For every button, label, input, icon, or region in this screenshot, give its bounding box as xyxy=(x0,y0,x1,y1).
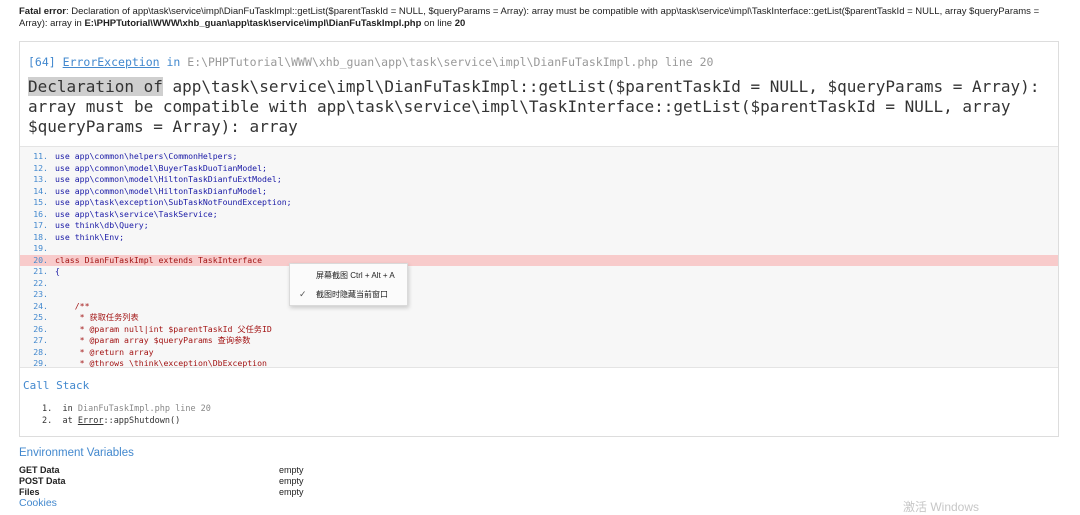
exception-message-highlight: Declaration of xyxy=(28,77,163,96)
code-line: 29. * @throws \think\exception\DbExcepti… xyxy=(33,358,267,368)
fatal-error-label: Fatal error xyxy=(19,6,66,17)
env-row-get: GET Data empty xyxy=(19,465,304,475)
context-menu-hide-window[interactable]: 截图时隐藏当前窗口 xyxy=(316,289,388,301)
call-stack-list: 1. in DianFuTaskImpl.php line 20 2. at E… xyxy=(42,403,211,427)
code-line: 23. xyxy=(33,289,48,299)
fatal-error-line: 20 xyxy=(454,18,466,29)
context-menu: 屏幕截图 Ctrl + Alt + A ✓ 截图时隐藏当前窗口 xyxy=(289,263,408,306)
code-line: 14. use app\common\model\HiltonTaskDianfu… xyxy=(33,185,267,196)
code-line: 27. * @param array $queryParams 查询参数 xyxy=(33,335,251,345)
source-code-view: 11. use app\common\helpers\CommonHelpers;… xyxy=(20,146,1058,368)
cookies-title: Cookies xyxy=(19,497,57,509)
code-line-error: 20. class DianFuTaskImpl extends TaskInte… xyxy=(20,254,1058,266)
call-stack-file: DianFuTaskImpl.php line 20 xyxy=(77,404,211,414)
code-line: 22. xyxy=(33,277,48,288)
code-line: 16. use app\task\service\TaskService; xyxy=(33,208,218,219)
code-line: 11. use app\common\helpers\CommonHelpers; xyxy=(33,151,238,161)
exception-file-path: E:\PHPTutorial\WWW\xhb_guan\app\task\ser… xyxy=(187,55,714,69)
code-line: 15. use app\task\exception\SubTaskNotFoun… xyxy=(33,197,292,207)
exception-panel: [64] ErrorException in E:\PHPTutorial\WW… xyxy=(19,41,1059,437)
call-stack-class-link[interactable]: Error xyxy=(78,416,104,426)
call-stack-item: 1. in DianFuTaskImpl.php line 20 xyxy=(42,404,211,414)
code-line: 24. /** xyxy=(33,300,90,311)
call-stack-item: 2. at Error::appShutdown() xyxy=(42,416,181,426)
code-line: 17. use think\db\Query; xyxy=(33,220,149,230)
env-row-post: POST Data empty xyxy=(19,476,304,486)
fatal-error-file: E:\PHPTutorial\WWW\xhb_guan\app\task\ser… xyxy=(84,18,422,29)
exception-in-text: in xyxy=(159,55,188,69)
code-line: 28. * @return array xyxy=(33,346,154,357)
fatal-error-message: Fatal error: Declaration of app\task\ser… xyxy=(19,6,1069,30)
code-line: 13. use app\common\model\HiltonTaskDianfu… xyxy=(33,174,282,184)
code-line: 26. * @param null|int $parentTaskId 父任务I… xyxy=(33,323,272,334)
environment-variables-title: Environment Variables xyxy=(19,447,134,459)
code-line: 25. * 获取任务列表 xyxy=(33,312,139,322)
context-menu-screenshot[interactable]: 屏幕截图 Ctrl + Alt + A xyxy=(316,270,395,282)
exception-message: Declaration of app\task\service\impl\Dia… xyxy=(28,77,1048,137)
code-line: 21.{ xyxy=(33,266,60,276)
exception-class-link[interactable]: ErrorException xyxy=(63,55,160,69)
fatal-error-on-line: on line xyxy=(421,18,455,29)
call-stack-title: Call Stack xyxy=(23,379,90,392)
code-line: 12. use app\common\model\BuyerTaskDuoTian… xyxy=(33,162,267,173)
windows-activation-watermark: 激活 Windows xyxy=(903,500,980,514)
exception-code: [64] xyxy=(28,55,56,69)
exception-message-rest: app\task\service\impl\DianFuTaskImpl::ge… xyxy=(28,77,1040,136)
env-row-files: Files empty xyxy=(19,487,304,497)
code-line: 18. use think\Env; xyxy=(33,231,125,242)
exception-header: [64] ErrorException in E:\PHPTutorial\WW… xyxy=(28,55,713,69)
code-line: 19. xyxy=(33,243,48,253)
check-icon: ✓ xyxy=(299,289,307,299)
